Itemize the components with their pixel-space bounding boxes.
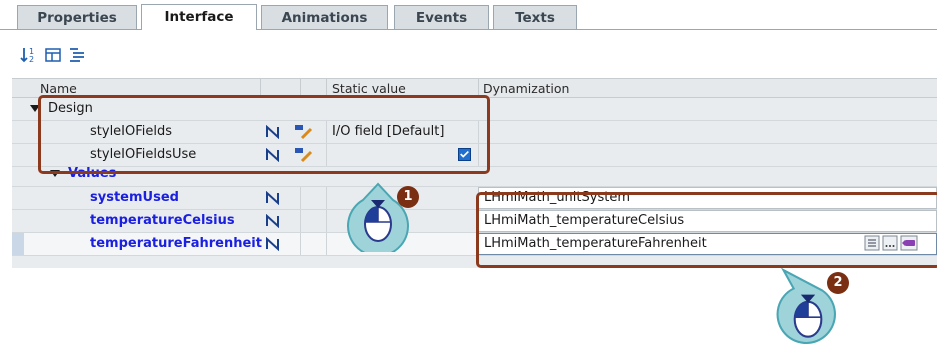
- cell-divider: [300, 187, 301, 209]
- sort-icon[interactable]: 1 2: [20, 46, 38, 64]
- cell-divider: [326, 233, 327, 255]
- dynamization-wave-icon[interactable]: [266, 191, 280, 205]
- toolbar: 1 2: [0, 30, 937, 78]
- tab-animations[interactable]: Animations: [261, 5, 388, 29]
- cell-divider: [300, 210, 301, 232]
- svg-text:2: 2: [29, 55, 34, 64]
- property-name: temperatureFahrenheit: [90, 236, 262, 251]
- collapse-icon[interactable]: [68, 46, 86, 64]
- expand-icon[interactable]: [44, 46, 62, 64]
- design-highlight-frame: [38, 95, 490, 174]
- property-name: systemUsed: [90, 190, 179, 205]
- cell-divider: [326, 210, 327, 232]
- dynamization-wave-icon[interactable]: [266, 214, 280, 228]
- cell-divider: [326, 187, 327, 209]
- tab-interface[interactable]: Interface: [141, 4, 257, 30]
- row-selector[interactable]: [12, 233, 24, 255]
- step-badge-2: 2: [827, 272, 849, 294]
- property-name: temperatureCelsius: [90, 213, 235, 228]
- tab-strip: Properties Interface Animations Events T…: [0, 0, 937, 30]
- dynamization-highlight-frame: [476, 192, 937, 268]
- tab-events[interactable]: Events: [394, 5, 489, 29]
- column-static-value[interactable]: Static value: [332, 81, 406, 96]
- column-name[interactable]: Name: [40, 81, 77, 96]
- dynamization-wave-icon[interactable]: [266, 237, 280, 251]
- step-badge-1: 1: [397, 186, 419, 208]
- tab-texts[interactable]: Texts: [493, 5, 577, 29]
- tab-properties[interactable]: Properties: [17, 5, 137, 29]
- column-dynamization[interactable]: Dynamization: [483, 81, 569, 96]
- cell-divider: [300, 233, 301, 255]
